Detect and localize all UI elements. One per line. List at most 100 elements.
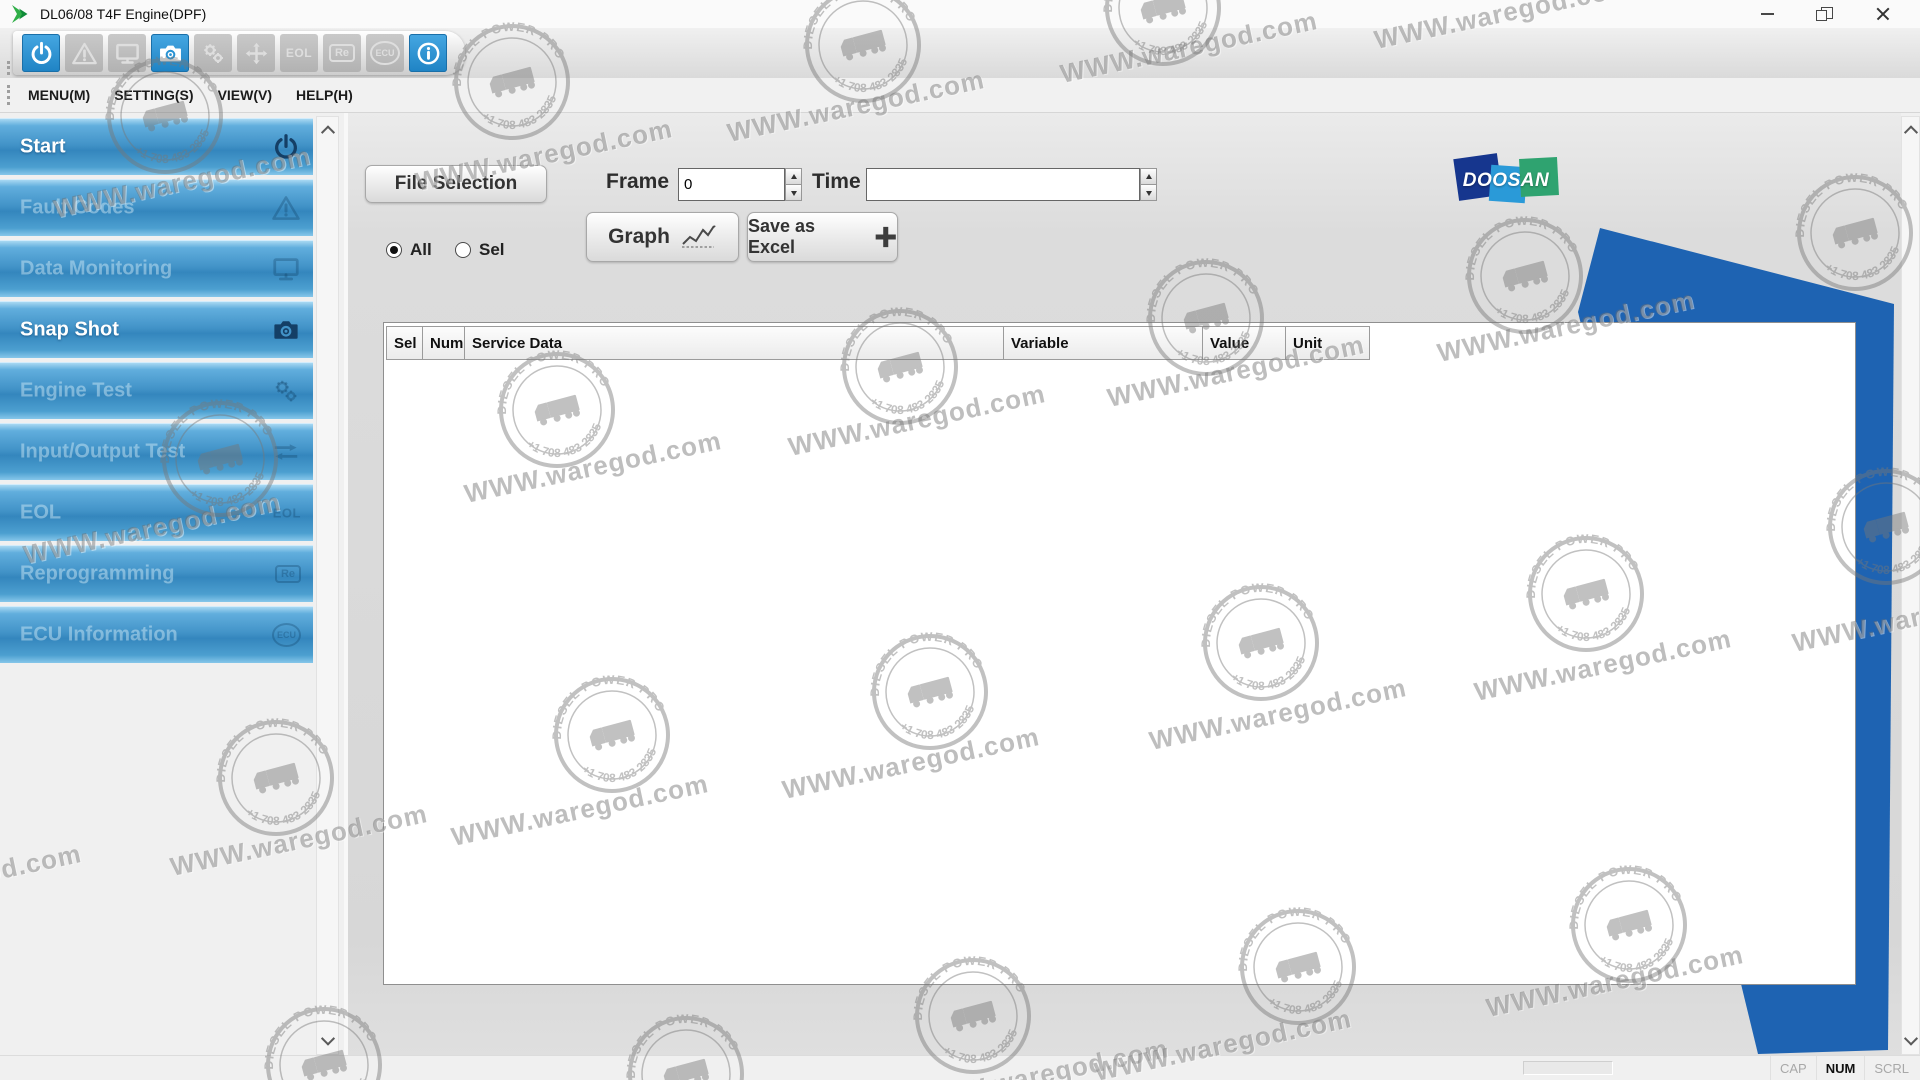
minimize-button[interactable] — [1744, 0, 1790, 28]
spin-up-button[interactable] — [1140, 168, 1157, 185]
re-icon: Re — [275, 565, 301, 583]
toolbar-engine-test-button[interactable] — [194, 34, 232, 72]
chevron-up-icon — [320, 125, 334, 139]
sidebar-item-label: Data Monitoring — [20, 258, 172, 281]
gears-icon — [200, 40, 227, 67]
table-header-sel[interactable]: Sel — [386, 326, 423, 360]
chevron-down-icon — [320, 1032, 334, 1046]
scroll-up-button[interactable] — [1902, 120, 1919, 142]
menu-item-menu[interactable]: MENU(M) — [28, 87, 90, 103]
sidebar-item-label: Fault Codes — [20, 197, 134, 220]
menu-item-settings[interactable]: SETTING(S) — [114, 87, 193, 103]
menu-item-view[interactable]: VIEW(V) — [218, 87, 272, 103]
table-header-variable[interactable]: Variable — [1003, 326, 1203, 360]
status-bar: CAP NUM SCRL — [0, 1055, 1920, 1080]
window-title: DL06/08 T4F Engine(DPF) — [40, 6, 206, 22]
minimize-icon — [1761, 13, 1774, 15]
triangle-down-icon — [1146, 191, 1152, 199]
close-button[interactable] — [1860, 0, 1906, 28]
gears-icon — [271, 376, 301, 406]
watermark-url-text: WWW.waregod.com — [0, 838, 84, 923]
spin-down-button[interactable] — [1140, 185, 1157, 201]
restore-icon — [1821, 7, 1833, 19]
svg-text:★ DIESEL POWER PRO ★: ★ DIESEL POWER PRO ★ — [203, 705, 335, 792]
toolbar-info-button[interactable] — [409, 34, 447, 72]
snapshot-data-table[interactable]: Sel Num Service Data Variable Value Unit — [383, 322, 1856, 985]
toolbar-data-monitoring-button[interactable] — [108, 34, 146, 72]
menubar-grip[interactable] — [7, 85, 10, 105]
camera-icon — [271, 315, 301, 345]
toolbar-strip: EOL Re ECU — [13, 31, 465, 75]
save-as-excel-button[interactable]: Save as Excel — [747, 212, 898, 262]
sidebar-item-label: Engine Test — [20, 380, 132, 403]
doosan-logo-text: DOOSAN — [1452, 170, 1560, 192]
doosan-logo: DOOSAN — [1452, 153, 1560, 209]
table-header-unit[interactable]: Unit — [1285, 326, 1370, 360]
save-as-excel-label: Save as Excel — [748, 216, 865, 258]
table-header-num[interactable]: Num — [422, 326, 465, 360]
eol-icon: EOL — [286, 46, 312, 60]
chevron-down-icon — [1903, 1032, 1917, 1046]
close-icon — [1875, 6, 1891, 22]
sidebar-item-input-output-test[interactable]: Input/Output Test — [0, 423, 313, 480]
sidebar-item-label: Start — [20, 136, 66, 159]
time-input[interactable] — [866, 168, 1140, 201]
sidebar-item-fault-codes[interactable]: Fault Codes — [0, 179, 313, 236]
file-selection-label: File Selection — [395, 173, 517, 195]
menu-item-help[interactable]: HELP(H) — [296, 87, 353, 103]
graph-button-label: Graph — [608, 225, 670, 249]
graph-button[interactable]: Graph — [586, 212, 739, 262]
sidebar-item-label: Reprogramming — [20, 563, 174, 586]
sidebar-item-ecu-information[interactable]: ECU Information ECU — [0, 606, 313, 663]
menu-bar: MENU(M) SETTING(S) VIEW(V) HELP(H) — [0, 78, 1920, 113]
main-scrollbar[interactable] — [1901, 116, 1920, 1055]
time-label: Time — [812, 170, 861, 194]
toolbar: EOL Re ECU — [0, 28, 1920, 78]
title-bar: DL06/08 T4F Engine(DPF) — [0, 0, 1920, 28]
frame-spinner[interactable] — [785, 168, 802, 201]
frame-input[interactable] — [678, 168, 785, 201]
application-window: DL06/08 T4F Engine(DPF) — [0, 0, 1920, 1080]
table-header-service-data[interactable]: Service Data — [464, 326, 1004, 360]
warning-icon — [271, 193, 301, 223]
toolbar-ecu-info-button[interactable]: ECU — [366, 34, 404, 72]
scroll-down-button[interactable] — [1902, 1029, 1919, 1051]
toolbar-eol-button[interactable]: EOL — [280, 34, 318, 72]
toolbar-reprogramming-button[interactable]: Re — [323, 34, 361, 72]
ecu-icon: ECU — [272, 623, 301, 647]
file-selection-button[interactable]: File Selection — [365, 165, 547, 203]
sidebar-item-label: Snap Shot — [20, 319, 119, 342]
sidebar-item-engine-test[interactable]: Engine Test — [0, 362, 313, 419]
radio-button-icon[interactable] — [455, 242, 471, 258]
frame-label: Frame — [606, 170, 669, 194]
radio-button-icon[interactable] — [386, 242, 402, 258]
table-header-value[interactable]: Value — [1202, 326, 1286, 360]
sidebar-item-snap-shot[interactable]: Snap Shot — [0, 301, 313, 358]
radio-all-label: All — [410, 240, 432, 260]
spin-down-button[interactable] — [785, 185, 802, 201]
status-scrl: SCRL — [1864, 1056, 1918, 1080]
sidebar-item-eol[interactable]: EOL EOL — [0, 484, 313, 541]
move-icon — [243, 40, 270, 67]
sidebar-item-reprogramming[interactable]: Reprogramming Re — [0, 545, 313, 602]
scroll-up-button[interactable] — [317, 120, 338, 142]
spin-up-button[interactable] — [785, 168, 802, 185]
radio-all[interactable]: All — [386, 240, 432, 260]
sidebar-item-start[interactable]: Start — [0, 118, 313, 175]
scroll-down-button[interactable] — [317, 1029, 338, 1051]
sidebar-item-data-monitoring[interactable]: Data Monitoring — [0, 240, 313, 297]
radio-sel[interactable]: Sel — [455, 240, 505, 260]
eol-icon: EOL — [273, 506, 301, 521]
toolbar-io-test-button[interactable] — [237, 34, 275, 72]
monitor-icon — [271, 254, 301, 284]
toolbar-start-button[interactable] — [22, 34, 60, 72]
sidebar-item-label: ECU Information — [20, 624, 178, 647]
status-cap: CAP — [1770, 1056, 1816, 1080]
time-spinner[interactable] — [1140, 168, 1157, 201]
toolbar-snapshot-button[interactable] — [151, 34, 189, 72]
plus-icon — [874, 225, 897, 249]
toolbar-fault-codes-button[interactable] — [65, 34, 103, 72]
sidebar-scrollbar[interactable] — [316, 116, 339, 1055]
status-sunken-box — [1523, 1061, 1613, 1075]
restore-button[interactable] — [1802, 0, 1848, 28]
